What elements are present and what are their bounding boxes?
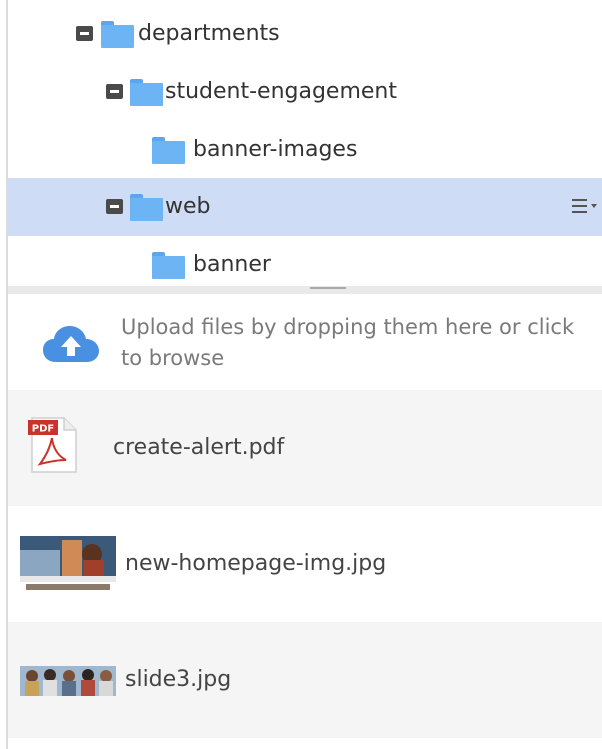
tree-node-label: banner — [193, 252, 271, 277]
pdf-icon: PDF — [28, 417, 77, 473]
tree-node-web[interactable]: web — [8, 178, 602, 236]
pane-splitter[interactable] — [8, 286, 602, 294]
collapse-toggle-icon[interactable] — [76, 26, 93, 41]
folder-icon — [130, 194, 163, 221]
upload-instructions: Upload files by dropping them here or cl… — [121, 315, 575, 370]
folder-icon — [152, 137, 185, 164]
image-thumbnail — [20, 530, 116, 596]
file-name: slide3.jpg — [125, 667, 232, 692]
image-thumbnail — [20, 666, 116, 696]
folder-icon — [101, 21, 134, 48]
tree-node-label: banner-images — [193, 137, 358, 162]
collapse-toggle-icon[interactable] — [106, 84, 123, 99]
file-item-create-alert[interactable]: PDF create-alert.pdf — [8, 390, 602, 506]
tree-node-student-engagement[interactable]: student-engagement — [8, 63, 602, 121]
collapse-toggle-icon[interactable] — [106, 199, 123, 214]
folder-icon — [152, 252, 185, 279]
file-item-slide3[interactable]: slide3.jpg — [8, 622, 602, 738]
upload-dropzone[interactable]: Upload files by dropping them here or cl… — [8, 294, 602, 390]
file-item-new-homepage-img[interactable]: new-homepage-img.jpg — [8, 506, 602, 622]
tree-node-banner-images[interactable]: banner-images — [8, 121, 602, 179]
tree-node-label: web — [165, 194, 211, 219]
cloud-upload-icon — [43, 326, 99, 362]
tree-node-label: departments — [138, 21, 280, 46]
tree-node-departments[interactable]: departments — [8, 5, 602, 63]
folder-tree: departments student-engagement banner-im… — [8, 0, 602, 290]
tree-node-label: student-engagement — [165, 79, 397, 104]
menu-icon[interactable] — [572, 195, 598, 217]
svg-text:PDF: PDF — [32, 424, 54, 435]
folder-icon — [130, 79, 163, 106]
splitter-grip-icon[interactable] — [310, 287, 346, 289]
file-name: create-alert.pdf — [113, 435, 285, 460]
file-list: PDF create-alert.pdf new-homepage-img.jp… — [8, 390, 602, 749]
file-name: new-homepage-img.jpg — [125, 551, 387, 576]
